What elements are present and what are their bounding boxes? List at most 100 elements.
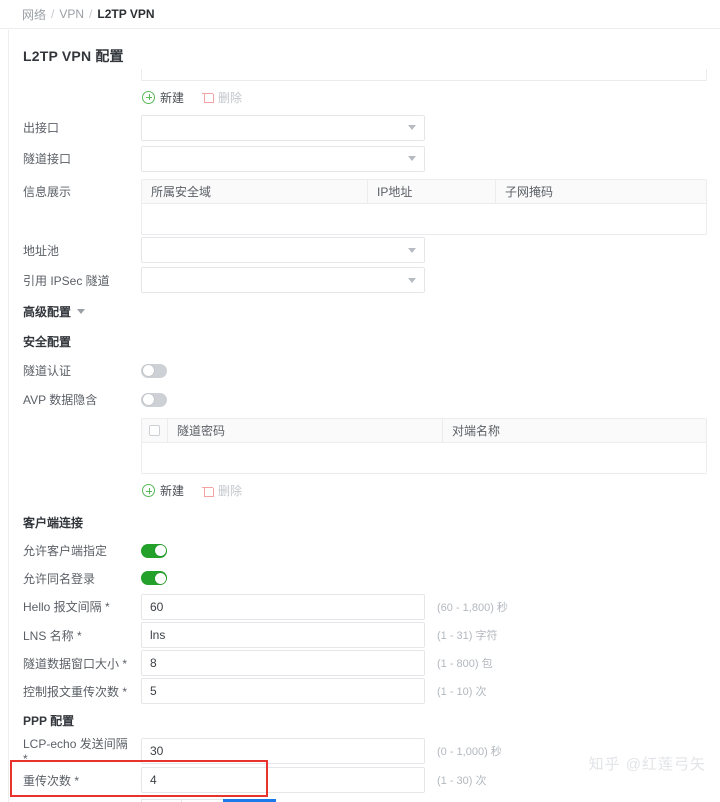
lns-name-hint: (1 - 31) 字符 xyxy=(437,630,498,642)
table-header-row: 所属安全域 IP地址 子网掩码 xyxy=(142,180,706,204)
delete-button-label: 删除 xyxy=(218,484,243,498)
lcp-echo-hint: (0 - 1,000) 秒 xyxy=(437,745,502,758)
info-display-table: 所属安全域 IP地址 子网掩码 xyxy=(141,179,707,235)
lcp-echo-input[interactable]: 30 xyxy=(141,737,425,764)
chevron-down-icon xyxy=(77,308,86,314)
ctrl-retransmit-row: 控制报文重传次数 * 5 (1 - 10) 次 xyxy=(23,677,720,705)
clipped-table-remnant-row xyxy=(23,68,720,82)
create-button-label: 新建 xyxy=(160,90,185,105)
retransmit-hint: (1 - 30) 次 xyxy=(437,775,487,787)
create-button-label: 新建 xyxy=(160,484,185,498)
ppp-auth-segmented-control: Any PAP CHAP xyxy=(141,798,277,802)
breadcrumb-separator: / xyxy=(89,7,93,21)
avp-hide-label: AVP 数据隐含 xyxy=(23,393,98,407)
column-header-subnet-mask: 子网掩码 xyxy=(505,185,554,199)
info-display-label: 信息展示 xyxy=(23,185,72,199)
breadcrumb-separator: / xyxy=(51,7,55,21)
ctrl-retransmit-value: 5 xyxy=(150,684,157,698)
tunnel-window-label: 隧道数据窗口大小 * xyxy=(23,656,128,671)
ctrl-retransmit-input[interactable]: 5 xyxy=(141,678,425,704)
client-section-header-row: 客户端连接 xyxy=(23,507,720,537)
advanced-section-label: 高级配置 xyxy=(23,304,72,319)
advanced-section-header-row: 高级配置 xyxy=(23,295,720,327)
chevron-down-icon xyxy=(408,156,416,161)
top-table-toolbar: 新建 删除 xyxy=(141,84,242,110)
lcp-echo-value: 30 xyxy=(150,743,164,758)
chevron-down-icon xyxy=(408,277,416,283)
ppp-auth-option-any[interactable]: Any xyxy=(141,798,181,802)
l2tp-config-form: 新建 删除 出接口 隧道接口 信息展示 所属安全域 IP地址 子网掩码 地址池 … xyxy=(9,68,720,802)
toggle-knob xyxy=(154,545,166,556)
ctrl-retransmit-hint: (1 - 10) 次 xyxy=(437,686,487,698)
ipsec-tunnel-select[interactable] xyxy=(141,267,425,293)
tunnel-window-value: 8 xyxy=(150,656,157,670)
table-header-row: 隧道密码 对端名称 xyxy=(142,419,706,443)
breadcrumb-item-vpn[interactable]: VPN xyxy=(59,7,84,21)
plus-circle-icon xyxy=(142,484,155,497)
retransmit-label: 重传次数 * xyxy=(23,773,80,788)
hello-interval-input[interactable]: 60 xyxy=(141,593,425,620)
tunnel-auth-label: 隧道认证 xyxy=(23,364,72,378)
delete-button-top[interactable]: 删除 xyxy=(202,89,242,106)
watermark: 知乎 @红莲弓矢 xyxy=(588,756,706,773)
allow-client-specify-row: 允许客户端指定 xyxy=(23,537,720,564)
hello-interval-row: Hello 报文间隔 * 60 (60 - 1,800) 秒 xyxy=(23,592,720,621)
security-section-label: 安全配置 xyxy=(23,335,72,349)
create-button-top[interactable]: 新建 xyxy=(142,89,184,106)
ipsec-tunnel-label: 引用 IPSec 隧道 xyxy=(23,273,110,288)
allow-client-specify-toggle[interactable] xyxy=(141,543,167,558)
column-header-peer-name: 对端名称 xyxy=(452,424,501,438)
address-pool-select[interactable] xyxy=(141,237,425,263)
ppp-auth-row: PPP 认证 Any PAP CHAP xyxy=(23,794,720,802)
allow-same-name-login-toggle[interactable] xyxy=(141,571,167,585)
plus-circle-icon xyxy=(142,90,155,104)
trash-icon xyxy=(202,91,214,103)
ppp-auth-option-pap[interactable]: PAP xyxy=(180,798,223,802)
secret-table-toolbar: 新建 删除 xyxy=(141,478,242,504)
hello-interval-hint: (60 - 1,800) 秒 xyxy=(437,601,508,614)
avp-hide-row: AVP 数据隐含 xyxy=(23,385,720,414)
out-interface-select[interactable] xyxy=(141,114,425,141)
delete-button-secret[interactable]: 删除 xyxy=(202,482,242,499)
tunnel-window-input[interactable]: 8 xyxy=(141,650,425,676)
allow-same-name-login-label: 允许同名登录 xyxy=(23,571,96,586)
ppp-section-header-row: PPP 配置 xyxy=(23,705,720,735)
chevron-down-icon xyxy=(408,247,416,253)
breadcrumb-item-l2tp-vpn: L2TP VPN xyxy=(97,7,155,21)
tunnel-interface-label: 隧道接口 xyxy=(23,152,72,166)
out-interface-row: 出接口 xyxy=(23,112,720,143)
retransmit-input[interactable]: 4 xyxy=(141,767,425,793)
select-all-checkbox[interactable] xyxy=(149,425,160,436)
toggle-knob xyxy=(142,365,154,376)
avp-hide-toggle[interactable] xyxy=(141,392,167,407)
lns-name-input[interactable]: lns xyxy=(141,622,425,648)
ppp-auth-option-chap[interactable]: CHAP xyxy=(222,798,277,802)
allow-client-specify-label: 允许客户端指定 xyxy=(23,544,108,558)
lns-name-value: lns xyxy=(150,628,166,642)
tunnel-auth-row: 隧道认证 xyxy=(23,356,720,385)
tunnel-window-hint: (1 - 800) 包 xyxy=(437,658,493,670)
lcp-echo-label: LCP-echo 发送间隔 * xyxy=(23,737,128,766)
allow-same-name-login-row: 允许同名登录 xyxy=(23,564,720,592)
advanced-section-toggle[interactable]: 高级配置 xyxy=(23,303,86,320)
tunnel-window-row: 隧道数据窗口大小 * 8 (1 - 800) 包 xyxy=(23,649,720,677)
ppp-section-heading: PPP 配置 xyxy=(23,712,74,729)
tunnel-interface-select[interactable] xyxy=(141,145,425,172)
address-pool-label: 地址池 xyxy=(23,243,60,258)
security-section-heading: 安全配置 xyxy=(23,333,71,350)
column-header-tunnel-password: 隧道密码 xyxy=(168,419,443,442)
top-table-toolbar-row: 新建 删除 xyxy=(23,82,720,112)
app-screen: 网络 / VPN / L2TP VPN L2TP VPN 配置 新建 删除 出接… xyxy=(0,0,720,802)
select-all-checkbox-cell[interactable] xyxy=(142,419,168,442)
toggle-knob xyxy=(142,394,154,405)
breadcrumb-item-network[interactable]: 网络 xyxy=(22,6,46,23)
ctrl-retransmit-label: 控制报文重传次数 * xyxy=(23,684,128,699)
tunnel-auth-toggle[interactable] xyxy=(141,363,167,378)
toggle-knob xyxy=(154,572,166,584)
table-body-empty xyxy=(142,443,706,473)
column-header-security-zone: 所属安全域 xyxy=(142,180,368,203)
page-title: L2TP VPN 配置 xyxy=(23,48,124,64)
create-button-secret[interactable]: 新建 xyxy=(142,482,184,499)
secret-table-row: 隧道密码 对端名称 xyxy=(23,414,720,474)
column-header-ip-address: IP地址 xyxy=(368,180,496,203)
